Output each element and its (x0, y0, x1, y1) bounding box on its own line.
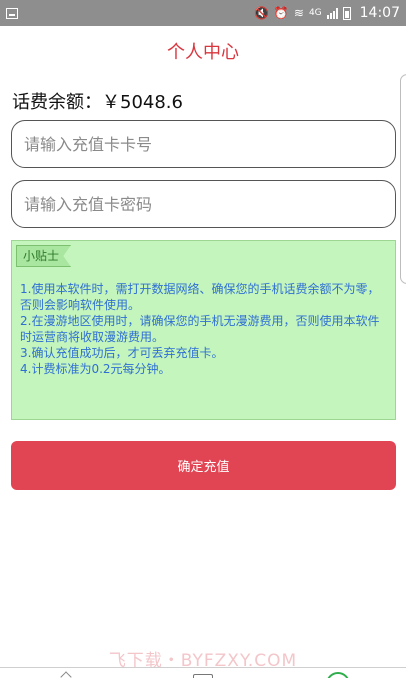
signal-icon (326, 7, 338, 19)
balance-display: 话费余额：￥5048.6 (12, 92, 183, 113)
bottom-nav-bar (0, 667, 406, 678)
battery-icon (342, 6, 351, 20)
home-square-icon[interactable] (193, 674, 213, 678)
tip-item: 1.使用本软件时，需打开数据网络、确保您的手机话费余额不为零，否则会影响软件使用… (20, 282, 380, 312)
confirm-recharge-button[interactable]: 确定充值 (11, 441, 396, 490)
status-time: 14:07 (359, 5, 400, 21)
tips-box: 小贴士 1.使用本软件时，需打开数据网络、确保您的手机话费余额不为零，否则会影响… (11, 240, 396, 420)
tip-item: 4.计费标准为0.2元每分钟。 (20, 362, 171, 376)
page-title: 个人中心 (167, 42, 239, 63)
app-circle-icon[interactable] (326, 672, 350, 678)
back-chevron-icon[interactable] (60, 671, 72, 678)
mute-icon: 🔇 (253, 6, 269, 20)
alarm-icon: ⏰ (273, 6, 289, 20)
status-bar: 🔇 ⏰ ≋ 4G 14:07 (0, 0, 406, 26)
tips-list: 1.使用本软件时，需打开数据网络、确保您的手机话费余额不为零，否则会影响软件使用… (20, 281, 386, 377)
tip-item: 3.确认充值成功后，才可丢弃充值卡。 (20, 346, 224, 360)
card-number-input[interactable] (11, 120, 396, 168)
screenshot-icon (6, 7, 18, 19)
wifi-icon: ≋ (293, 6, 304, 20)
status-right-cluster: 🔇 ⏰ ≋ 4G 14:07 (254, 5, 400, 21)
page: 🔇 ⏰ ≋ 4G 14:07 个人中心 话费余额：￥5048.6 小贴士 1.使… (0, 0, 406, 678)
card-password-input[interactable] (11, 180, 396, 228)
edge-panel-handle[interactable] (400, 74, 406, 284)
network-type: 4G (308, 8, 322, 18)
tip-item: 2.在漫游地区使用时，请确保您的手机无漫游费用，否则使用本软件时运营商将收取漫游… (20, 314, 380, 344)
tips-tag: 小贴士 (16, 245, 72, 267)
